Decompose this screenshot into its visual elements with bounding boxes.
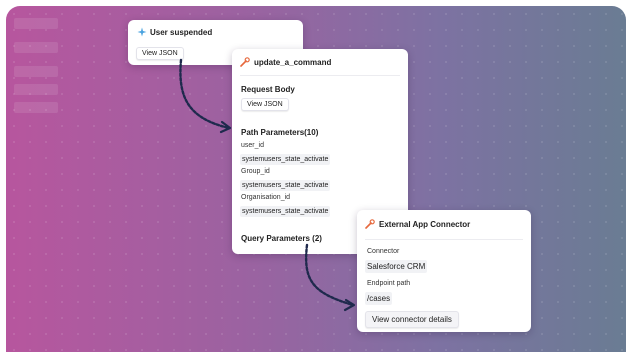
connector-arrow: [179, 58, 231, 130]
connection-arrows: [179, 58, 356, 312]
connector-arrow: [305, 243, 355, 307]
